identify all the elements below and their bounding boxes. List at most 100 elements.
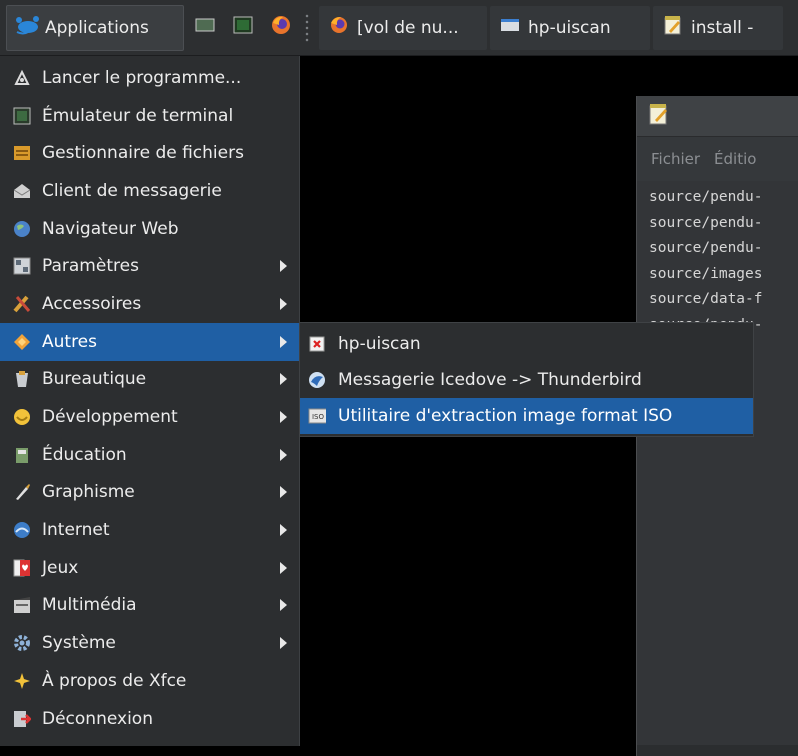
launcher-firefox[interactable] [264, 5, 298, 51]
task-label: install - [691, 17, 754, 38]
editor-line: source/images [649, 265, 763, 282]
task-firefox-window[interactable]: [vol de nu... [319, 5, 487, 50]
menu-item-internet[interactable]: Internet [0, 511, 299, 549]
editor-titlebar[interactable] [637, 96, 798, 137]
education-icon [13, 446, 31, 464]
submenu-arrow-icon [280, 486, 287, 499]
applications-label: Applications [45, 17, 149, 38]
menu-item-autres[interactable]: Autres [0, 322, 299, 361]
menu-item-developpement[interactable]: Développement [0, 398, 299, 436]
others-icon [13, 333, 31, 351]
editor-menu-edition[interactable]: Éditio [714, 150, 756, 168]
menu-item-bureautique[interactable]: Bureautique [0, 361, 299, 399]
menu-item-parametres[interactable]: Paramètres [0, 247, 299, 285]
submenu-arrow-icon [280, 599, 287, 612]
internet-icon [13, 521, 31, 539]
graphics-icon [13, 483, 31, 501]
menu-item-label: Émulateur de terminal [42, 105, 234, 126]
editor-line: source/pendu- [649, 214, 763, 231]
web-browser-icon [13, 220, 31, 238]
show-desktop-icon [195, 17, 215, 38]
task-hp-uiscan-window[interactable]: hp-uiscan [490, 5, 650, 50]
submenu-arrow-icon [280, 411, 287, 424]
editor-line: source/pendu- [649, 189, 763, 205]
menu-item-deconnexion[interactable]: Déconnexion [0, 700, 299, 738]
menu-item-label: À propos de Xfce [42, 670, 187, 691]
submenu-item-iso-extraction[interactable]: ISO Utilitaire d'extraction image format… [300, 398, 753, 434]
menu-item-label: Déconnexion [42, 708, 153, 729]
iso-icon: ISO [308, 407, 326, 425]
firefox-icon [329, 15, 349, 40]
launcher-show-desktop[interactable] [188, 5, 222, 51]
menu-item-label: Éducation [42, 444, 127, 465]
menu-item-label: Graphisme [42, 482, 135, 503]
submenu-item-label: hp-uiscan [338, 334, 421, 354]
icedove-icon [308, 371, 326, 389]
submenu-arrow-icon [280, 637, 287, 650]
about-xfce-icon [13, 672, 31, 690]
svg-text:ISO: ISO [312, 413, 325, 421]
accessories-icon [13, 295, 31, 313]
task-install-window[interactable]: install - [653, 5, 783, 50]
autres-submenu: hp-uiscan Messagerie Icedove -> Thunderb… [299, 322, 754, 437]
submenu-item-label: Messagerie Icedove -> Thunderbird [338, 370, 642, 390]
editor-menu-fichier[interactable]: Fichier [651, 150, 700, 168]
submenu-item-hp-uiscan[interactable]: hp-uiscan [300, 326, 753, 362]
menu-item-accessoires[interactable]: Accessoires [0, 285, 299, 323]
menu-item-label: Lancer le programme... [42, 67, 242, 88]
submenu-arrow-icon [280, 524, 287, 537]
file-manager-icon [13, 144, 31, 162]
launcher-terminal[interactable] [226, 5, 260, 51]
menu-item-label: Paramètres [42, 256, 139, 277]
top-panel: Applications [vol de nu... hp-uiscan ins… [0, 0, 798, 56]
editor-menubar: Fichier Éditio [637, 137, 798, 181]
menu-item-multimedia[interactable]: Multimédia [0, 587, 299, 625]
submenu-arrow-icon [280, 561, 287, 574]
menu-item-label: Internet [42, 520, 110, 541]
menu-item-graphisme[interactable]: Graphisme [0, 474, 299, 512]
menu-item-jeux[interactable]: Jeux [0, 549, 299, 587]
menu-item-label: Développement [42, 407, 178, 428]
hp-uiscan-icon [308, 335, 326, 353]
editor-text-area[interactable]: source/pendu-source/pendu-source/pendu-s… [637, 181, 798, 745]
text-editor-icon [649, 103, 669, 130]
settings-icon [13, 257, 31, 275]
submenu-arrow-icon [280, 448, 287, 461]
menu-item-client-messagerie[interactable]: Client de messagerie [0, 172, 299, 210]
text-editor-icon [663, 15, 683, 40]
menu-item-emulateur-terminal[interactable]: Émulateur de terminal [0, 97, 299, 135]
office-icon [13, 370, 31, 388]
submenu-arrow-icon [280, 335, 287, 348]
submenu-item-label: Utilitaire d'extraction image format ISO [338, 406, 673, 426]
menu-item-label: Gestionnaire de fichiers [42, 143, 244, 164]
editor-line: source/pendu- [649, 240, 763, 256]
menu-item-label: Multimédia [42, 595, 137, 616]
menu-item-label: Bureautique [42, 369, 147, 390]
menu-item-label: Accessoires [42, 293, 142, 314]
menu-item-navigateur-web[interactable]: Navigateur Web [0, 210, 299, 248]
xfce-mouse-icon [15, 14, 41, 41]
firefox-icon [270, 14, 292, 41]
terminal-icon [13, 107, 31, 125]
menu-item-label: Client de messagerie [42, 180, 222, 201]
panel-separator [304, 12, 310, 43]
applications-menu: Lancer le programme... Émulateur de term… [0, 56, 300, 746]
submenu-item-icedove-thunderbird[interactable]: Messagerie Icedove -> Thunderbird [300, 362, 753, 398]
games-icon [13, 559, 31, 577]
task-label: [vol de nu... [357, 17, 459, 38]
menu-item-gestionnaire-fichiers[interactable]: Gestionnaire de fichiers [0, 134, 299, 172]
menu-item-label: Autres [42, 331, 98, 352]
menu-item-education[interactable]: Éducation [0, 436, 299, 474]
terminal-icon [233, 16, 253, 39]
submenu-arrow-icon [280, 373, 287, 386]
development-icon [13, 408, 31, 426]
window-icon [500, 17, 520, 38]
menu-item-lancer-programme[interactable]: Lancer le programme... [0, 59, 299, 97]
editor-line: source/data-f [649, 291, 763, 307]
menu-item-label: Jeux [42, 557, 79, 578]
menu-item-systeme[interactable]: Système [0, 624, 299, 662]
menu-item-a-propos-xfce[interactable]: À propos de Xfce [0, 662, 299, 700]
mail-icon [13, 182, 31, 200]
submenu-arrow-icon [280, 297, 287, 310]
applications-menu-button[interactable]: Applications [6, 4, 184, 51]
